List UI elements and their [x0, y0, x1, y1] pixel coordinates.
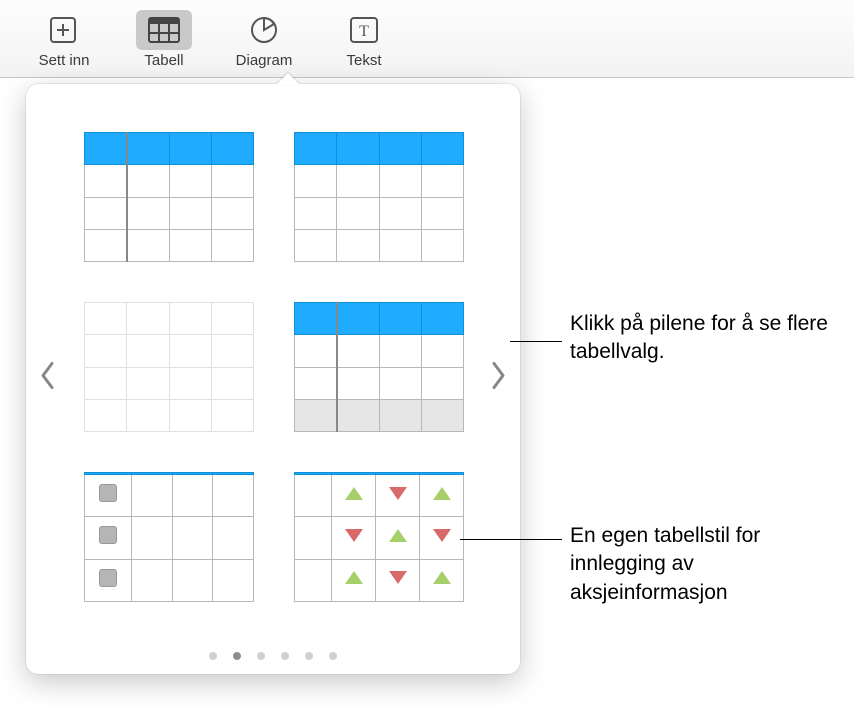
table-styles-popover [26, 84, 520, 674]
table-style-checkboxes[interactable] [84, 472, 254, 602]
table-style-blue-accent-col[interactable] [84, 132, 254, 262]
page-dot[interactable] [281, 652, 289, 660]
callout-arrows: Klikk på pilene for å se flere tabellval… [570, 310, 840, 367]
table-style-blue-plain[interactable] [294, 132, 464, 262]
table-style-plain[interactable] [84, 302, 254, 432]
prev-page-arrow[interactable] [32, 354, 64, 405]
svg-text:T: T [359, 23, 369, 40]
toolbar-label: Sett inn [39, 52, 90, 69]
toolbar-chart[interactable]: Diagram [214, 8, 314, 69]
toolbar-label: Tabell [144, 52, 183, 69]
table-style-stock[interactable] [294, 472, 464, 602]
page-dot[interactable] [257, 652, 265, 660]
table-styles-grid [26, 84, 520, 632]
pie-chart-icon [246, 14, 282, 46]
next-page-arrow[interactable] [482, 354, 514, 405]
callout-line [460, 539, 562, 540]
toolbar-label: Diagram [236, 52, 293, 69]
popover-caret [276, 73, 300, 85]
toolbar-insert[interactable]: Sett inn [14, 8, 114, 69]
insert-plus-icon [46, 14, 82, 46]
page-dot[interactable] [329, 652, 337, 660]
text-box-icon: T [346, 14, 382, 46]
toolbar-text[interactable]: T Tekst [314, 8, 414, 69]
table-icon [146, 14, 182, 46]
table-style-blue-footer[interactable] [294, 302, 464, 432]
toolbar-label: Tekst [346, 52, 381, 69]
page-indicator [26, 652, 520, 660]
toolbar-table[interactable]: Tabell [114, 8, 214, 69]
page-dot[interactable] [209, 652, 217, 660]
callout-line [510, 341, 562, 342]
page-dot[interactable] [233, 652, 241, 660]
callout-stock: En egen tabellstil for innlegging av aks… [570, 522, 840, 607]
toolbar: Sett inn Tabell Diagram T Tekst [0, 0, 854, 78]
page-dot[interactable] [305, 652, 313, 660]
